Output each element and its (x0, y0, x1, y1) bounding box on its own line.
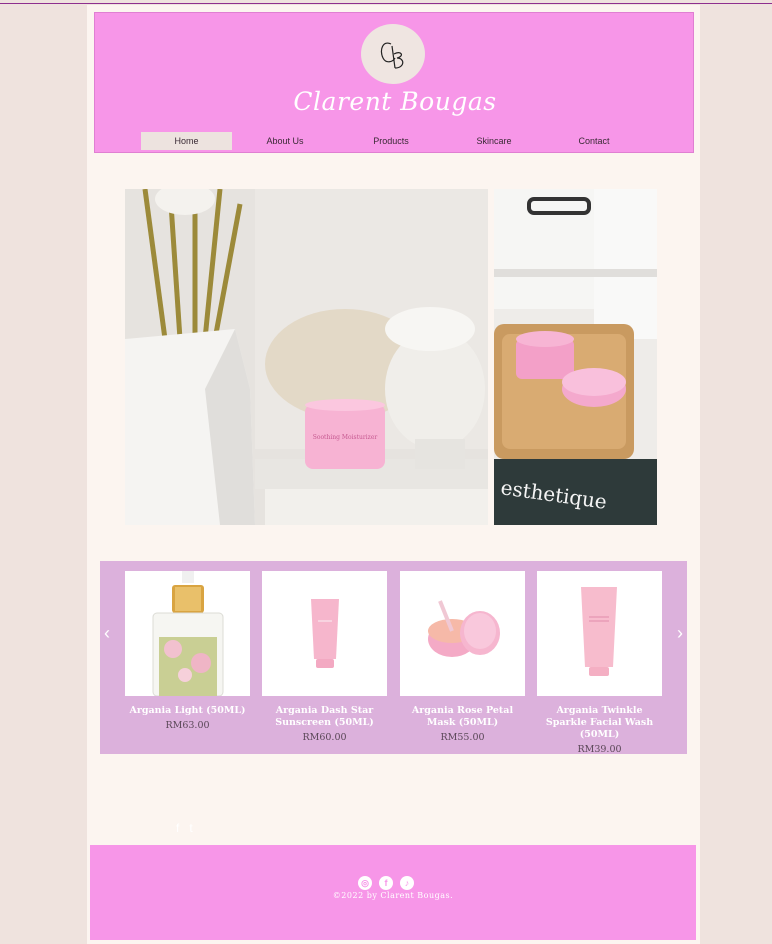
product-image-serum-bottle[interactable] (125, 571, 250, 696)
chevron-right-icon[interactable]: › (673, 623, 687, 643)
main-nav: Home About Us Products Skincare Contact (141, 132, 651, 150)
product-price: RM55.00 (440, 732, 485, 743)
product-price: RM60.00 (302, 732, 347, 743)
hero-image-left: Soothing Moisturizer (125, 189, 488, 525)
chevron-left-icon[interactable]: ‹ (100, 623, 114, 643)
site-footer: ◎ f ♪ ©2022 by Clarent Bougas. (90, 845, 696, 940)
copyright-text: ©2022 by Clarent Bougas. (332, 891, 454, 900)
product-gallery: ‹ › Argania Light (50ML) RM63.00 Argania… (100, 561, 687, 756)
product-name[interactable]: Argania Light (50ML) (125, 705, 250, 717)
product-image-pink-jar[interactable] (400, 571, 525, 696)
monogram-icon (380, 42, 404, 69)
product-card[interactable]: Argania Light (50ML) RM63.00 (125, 571, 250, 732)
hero-image-right: esthetique (494, 189, 657, 525)
logo[interactable] (361, 24, 425, 84)
twitter-icon[interactable]: t (189, 821, 192, 835)
svg-text:Soothing Moisturizer: Soothing Moisturizer (313, 434, 378, 441)
nav-about-us[interactable]: About Us (249, 132, 321, 150)
instagram-icon[interactable]: ◎ (358, 876, 372, 890)
social-links: ft (176, 819, 203, 835)
facebook-icon[interactable]: f (176, 821, 179, 835)
product-image-pink-tube[interactable] (262, 571, 387, 696)
product-card[interactable]: Argania Dash Star Sunscreen (50ML) RM60.… (262, 571, 387, 744)
nav-home[interactable]: Home (141, 132, 232, 150)
product-card[interactable]: Argania Rose Petal Mask (50ML) RM55.00 (400, 571, 525, 744)
brand-name[interactable]: Clarent Bougas (95, 87, 695, 116)
product-price: RM63.00 (165, 720, 210, 731)
product-name[interactable]: Argania Twinkle Sparkle Facial Wash (50M… (537, 705, 662, 741)
site-header: Clarent Bougas Home About Us Products Sk… (94, 12, 694, 153)
nav-contact[interactable]: Contact (561, 132, 627, 150)
tiktok-icon[interactable]: ♪ (400, 876, 414, 890)
nav-products[interactable]: Products (351, 132, 431, 150)
product-name[interactable]: Argania Rose Petal Mask (50ML) (400, 705, 525, 729)
top-border-line (0, 3, 772, 4)
facebook-icon[interactable]: f (379, 876, 393, 890)
product-price: RM39.00 (577, 744, 622, 755)
product-image-pink-tube-wash[interactable] (537, 571, 662, 696)
footer-social-icons: ◎ f ♪ (358, 873, 421, 890)
product-card[interactable]: Argania Twinkle Sparkle Facial Wash (50M… (537, 571, 662, 756)
product-name[interactable]: Argania Dash Star Sunscreen (50ML) (262, 705, 387, 729)
nav-skincare[interactable]: Skincare (459, 132, 529, 150)
